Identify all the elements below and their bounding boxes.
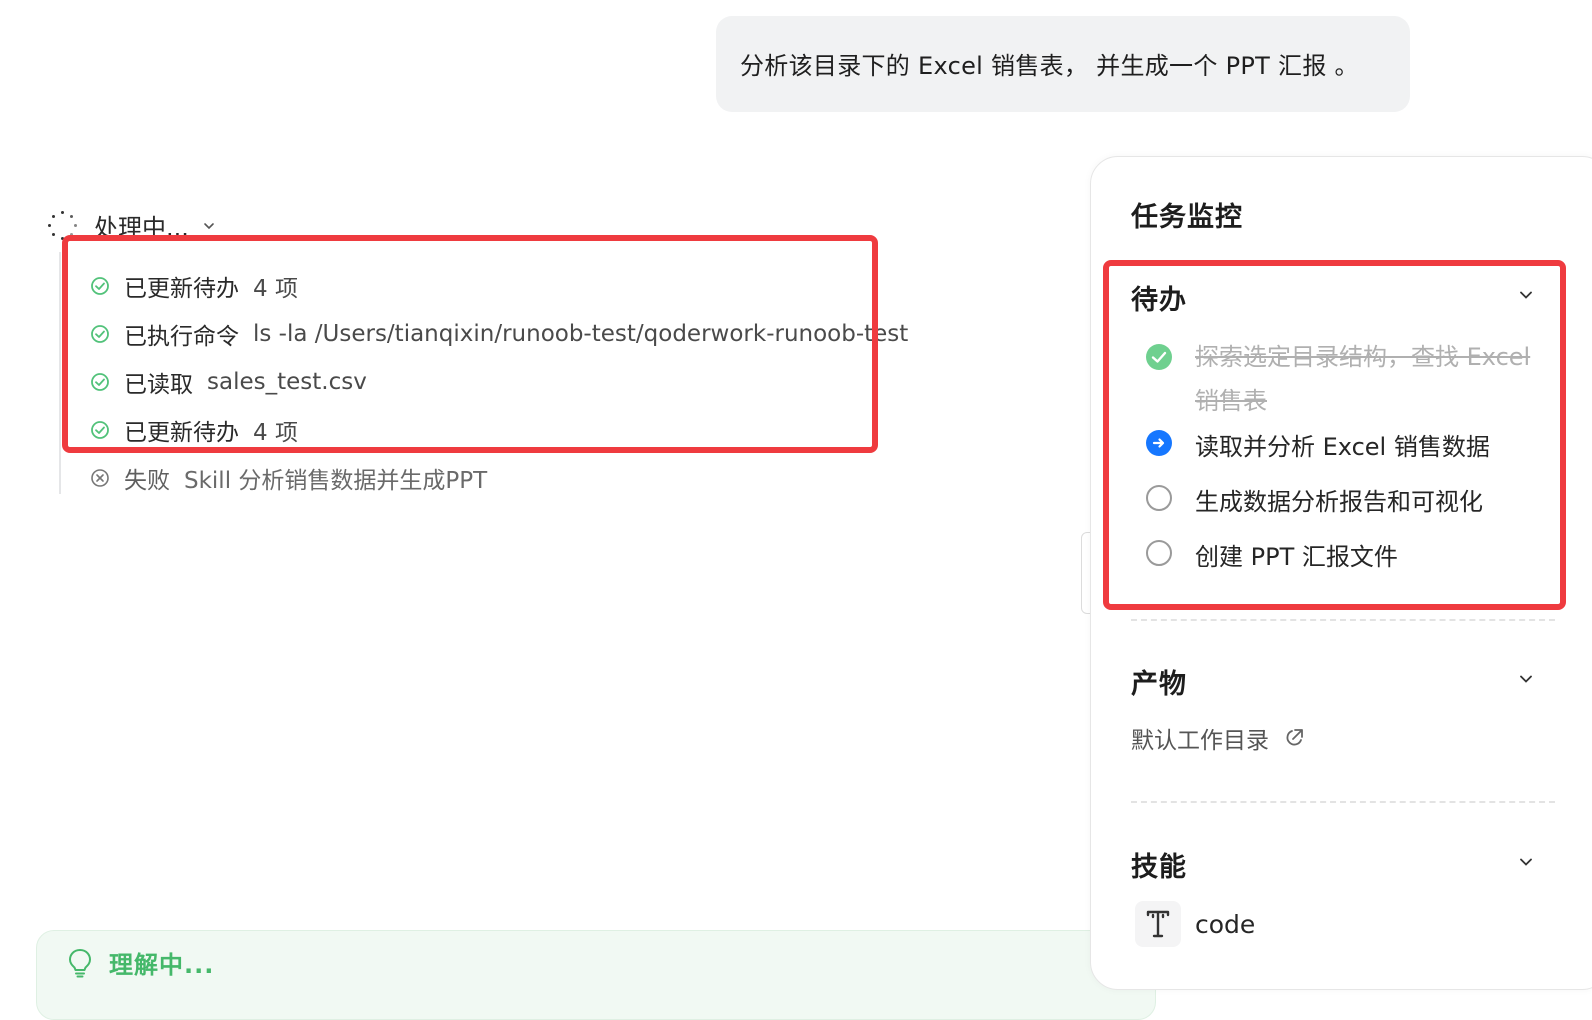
section-divider (1131, 619, 1555, 621)
section-divider (1131, 801, 1555, 803)
check-circle-icon (91, 325, 109, 343)
empty-circle-icon (1146, 540, 1172, 566)
step-detail: ls -la /Users/tianqixin/runoob-test/qode… (253, 321, 909, 347)
artifact-link[interactable]: 默认工作目录 (1131, 721, 1305, 755)
arrow-right-circle-icon (1146, 430, 1172, 456)
check-circle-icon (91, 277, 109, 295)
todo-item-pending[interactable]: 生成数据分析报告和可视化 (1145, 482, 1483, 517)
loading-spinner-icon (48, 210, 78, 241)
task-monitor-panel: 任务监控 待办 探索选定目录结构，查找 Excel 销售表 读取并分析 Exce… (1090, 156, 1592, 990)
check-circle-icon (91, 373, 109, 391)
step-item[interactable]: 已更新待办 4 项 (90, 406, 908, 454)
artifacts-section-title[interactable]: 产物 (1131, 662, 1187, 701)
step-detail: 4 项 (253, 420, 298, 446)
steps-list: 已更新待办 4 项 已执行命令 ls -la /Users/tianqixin/… (90, 262, 908, 502)
check-circle-icon (91, 421, 109, 439)
step-item-failed[interactable]: 失败 Skill 分析销售数据并生成PPT (90, 454, 908, 502)
processing-header[interactable]: 处理中... (48, 208, 215, 243)
step-item[interactable]: 已读取 sales_test.csv (90, 358, 908, 406)
todo-item-pending[interactable]: 创建 PPT 汇报文件 (1145, 537, 1398, 572)
check-filled-icon (1146, 344, 1172, 370)
todo-text: 探索选定目录结构，查找 Excel 销售表 (1195, 343, 1531, 415)
todo-text: 创建 PPT 汇报文件 (1195, 543, 1398, 571)
chevron-down-icon[interactable] (203, 220, 215, 232)
panel-title: 任务监控 (1131, 202, 1243, 233)
step-label: 已更新待办 (124, 276, 239, 302)
skill-label: code (1195, 909, 1256, 939)
step-detail: Skill 分析销售数据并生成PPT (184, 468, 488, 494)
steps-timeline-line (59, 252, 61, 494)
chevron-down-icon[interactable] (1519, 672, 1533, 686)
todo-item-done[interactable]: 探索选定目录结构，查找 Excel 销售表 (1145, 335, 1549, 423)
step-label: 已读取 (124, 372, 193, 398)
skill-item[interactable]: code (1135, 901, 1255, 947)
todo-item-active[interactable]: 读取并分析 Excel 销售数据 (1145, 427, 1490, 462)
step-item[interactable]: 已更新待办 4 项 (90, 262, 908, 310)
x-circle-icon (91, 469, 109, 487)
lightbulb-icon (69, 948, 91, 977)
user-message-bubble: 分析该目录下的 Excel 销售表， 并生成一个 PPT 汇报 。 (716, 16, 1410, 112)
step-label: 失败 (124, 468, 170, 494)
user-message-text: 分析该目录下的 Excel 销售表， 并生成一个 PPT 汇报 。 (740, 52, 1359, 80)
thinking-label: 理解中... (109, 951, 215, 979)
todo-section-title[interactable]: 待办 (1131, 278, 1187, 317)
step-detail: sales_test.csv (207, 369, 367, 395)
step-label: 已更新待办 (124, 420, 239, 446)
text-tool-icon (1135, 901, 1181, 947)
todo-text: 生成数据分析报告和可视化 (1195, 488, 1483, 516)
chevron-down-icon[interactable] (1519, 855, 1533, 869)
artifact-label: 默认工作目录 (1131, 728, 1269, 754)
chevron-down-icon[interactable] (1519, 288, 1533, 302)
step-detail: 4 项 (253, 276, 298, 302)
processing-status: 处理中... (94, 214, 189, 242)
step-item[interactable]: 已执行命令 ls -la /Users/tianqixin/runoob-tes… (90, 310, 908, 358)
empty-circle-icon (1146, 485, 1172, 511)
thinking-bar[interactable]: 理解中... (36, 930, 1156, 1020)
external-link-icon (1286, 729, 1303, 746)
step-label: 已执行命令 (124, 324, 239, 350)
skills-section-title[interactable]: 技能 (1131, 845, 1187, 884)
todo-text: 读取并分析 Excel 销售数据 (1195, 433, 1490, 461)
